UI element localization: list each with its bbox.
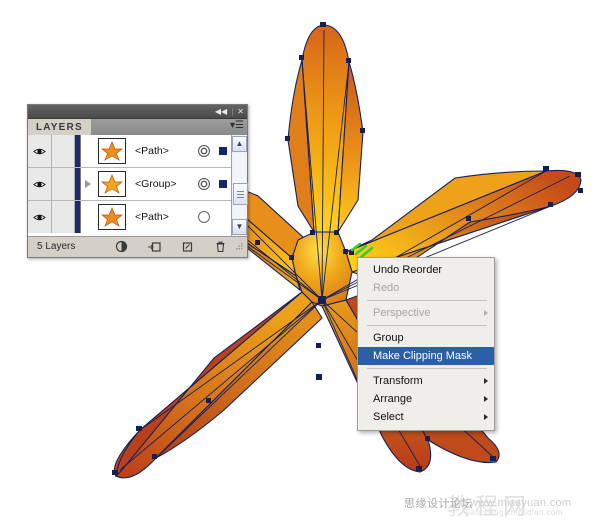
selection-square-icon bbox=[219, 180, 227, 188]
panel-menu-icon[interactable]: ▾☰ bbox=[230, 121, 244, 131]
target-indicator[interactable] bbox=[193, 145, 215, 157]
layer-row[interactable]: <Path> bbox=[28, 135, 231, 168]
submenu-arrow-icon bbox=[484, 396, 488, 402]
selection-square-icon bbox=[219, 147, 227, 155]
target-ring-icon[interactable] bbox=[198, 178, 210, 190]
starfish-thumbnail-icon bbox=[98, 138, 126, 164]
menu-item-label: Group bbox=[373, 332, 404, 344]
layers-footer-buttons bbox=[107, 240, 234, 253]
illustrator-canvas[interactable] bbox=[0, 0, 600, 527]
selection-indicator[interactable] bbox=[215, 147, 231, 155]
layers-scrollbar[interactable]: ▲ ▼ bbox=[231, 135, 248, 236]
scrollbar-thumb[interactable] bbox=[233, 183, 248, 205]
tab-layers[interactable]: LAYERS bbox=[28, 119, 91, 135]
context-menu[interactable]: Undo Reorder Redo Perspective Group Make… bbox=[357, 257, 495, 431]
layers-list-body[interactable]: <Path> <Group> <Path> ▲ ▼ bbox=[28, 135, 248, 236]
eye-icon[interactable] bbox=[33, 180, 46, 189]
chevron-right-icon[interactable] bbox=[85, 180, 91, 188]
layer-thumbnail bbox=[95, 201, 129, 233]
submenu-arrow-icon bbox=[484, 378, 488, 384]
titlebar-separator: | bbox=[231, 107, 234, 116]
new-layer-icon[interactable] bbox=[181, 240, 194, 253]
layers-panel-tabrow[interactable]: LAYERS ▾☰ bbox=[28, 119, 247, 135]
submenu-arrow-icon bbox=[484, 414, 488, 420]
menu-separator bbox=[367, 325, 487, 326]
menu-item-label: Undo Reorder bbox=[373, 264, 443, 276]
menu-item-arrange[interactable]: Arrange bbox=[358, 390, 494, 408]
layers-panel[interactable]: ◀◀ | ✕ LAYERS ▾☰ <Path> <Group> <Path> ▲… bbox=[27, 104, 248, 258]
tabrow-filler: ▾☰ bbox=[90, 119, 247, 135]
collapse-double-left-icon[interactable]: ◀◀ bbox=[215, 107, 227, 116]
menu-item-group[interactable]: Group bbox=[358, 329, 494, 347]
layer-name[interactable]: <Path> bbox=[129, 211, 193, 223]
menu-item-label: Perspective bbox=[373, 307, 431, 319]
selection-indicator[interactable] bbox=[215, 180, 231, 188]
make-clipping-mask-icon[interactable] bbox=[115, 240, 128, 253]
layers-panel-footer: 5 Layers bbox=[28, 236, 247, 255]
visibility-toggle[interactable] bbox=[28, 201, 52, 233]
target-ring-icon[interactable] bbox=[198, 145, 210, 157]
menu-item-select[interactable]: Select bbox=[358, 408, 494, 426]
layers-rows: <Path> <Group> <Path> bbox=[28, 135, 231, 236]
target-indicator[interactable] bbox=[193, 211, 215, 223]
lock-toggle[interactable] bbox=[52, 168, 75, 200]
disclosure-placeholder bbox=[81, 201, 95, 233]
menu-item-label: Redo bbox=[373, 282, 400, 294]
lock-toggle[interactable] bbox=[52, 201, 75, 233]
layer-thumbnail bbox=[95, 168, 129, 200]
menu-item-transform[interactable]: Transform bbox=[358, 372, 494, 390]
menu-item-label: Arrange bbox=[373, 393, 413, 405]
starfish-thumbnail-icon bbox=[98, 171, 126, 197]
layer-row[interactable]: <Group> bbox=[28, 168, 231, 201]
scroll-up-icon[interactable]: ▲ bbox=[232, 136, 247, 152]
scrollbar-track[interactable] bbox=[233, 153, 248, 218]
menu-separator bbox=[367, 300, 487, 301]
layer-count-label: 5 Layers bbox=[37, 240, 76, 252]
menu-item-make-clipping-mask[interactable]: Make Clipping Mask bbox=[358, 347, 494, 365]
eye-icon[interactable] bbox=[33, 213, 46, 222]
menu-item-undo-reorder[interactable]: Undo Reorder bbox=[358, 261, 494, 279]
layer-name[interactable]: <Path> bbox=[129, 145, 193, 157]
target-indicator[interactable] bbox=[193, 178, 215, 190]
menu-item-label: Select bbox=[373, 411, 404, 423]
eye-icon[interactable] bbox=[33, 147, 46, 156]
new-sublayer-icon[interactable] bbox=[148, 240, 161, 253]
menu-item-label: Make Clipping Mask bbox=[373, 350, 473, 362]
layer-thumbnail bbox=[95, 135, 129, 167]
delete-selection-icon[interactable] bbox=[214, 240, 227, 253]
scrollbar-grip-icon bbox=[237, 190, 244, 198]
watermark-forum-text: 思缘设计论坛 bbox=[404, 498, 473, 510]
layer-name[interactable]: <Group> bbox=[129, 178, 193, 190]
screenshot-stage: 教程网 思缘设计论坛 www.missyuan.com jiaocheng.ch… bbox=[0, 0, 600, 527]
menu-item-redo: Redo bbox=[358, 279, 494, 297]
watermark-subtext: jiaocheng.chazidian.com bbox=[466, 508, 563, 517]
layer-row[interactable]: <Path> bbox=[28, 201, 231, 233]
visibility-toggle[interactable] bbox=[28, 135, 52, 167]
scroll-down-icon[interactable]: ▼ bbox=[232, 219, 247, 235]
target-ring-icon[interactable] bbox=[198, 211, 210, 223]
lock-toggle[interactable] bbox=[52, 135, 75, 167]
visibility-toggle[interactable] bbox=[28, 168, 52, 200]
disclosure-triangle[interactable] bbox=[81, 168, 95, 200]
close-icon[interactable]: ✕ bbox=[237, 107, 244, 116]
resize-grip-icon[interactable] bbox=[234, 241, 244, 251]
disclosure-placeholder bbox=[81, 135, 95, 167]
menu-separator bbox=[367, 368, 487, 369]
menu-item-label: Transform bbox=[373, 375, 423, 387]
starfish-thumbnail-icon bbox=[98, 204, 126, 230]
layers-panel-titlebar[interactable]: ◀◀ | ✕ bbox=[28, 105, 247, 119]
submenu-arrow-icon bbox=[484, 310, 488, 316]
menu-item-perspective: Perspective bbox=[358, 304, 494, 322]
